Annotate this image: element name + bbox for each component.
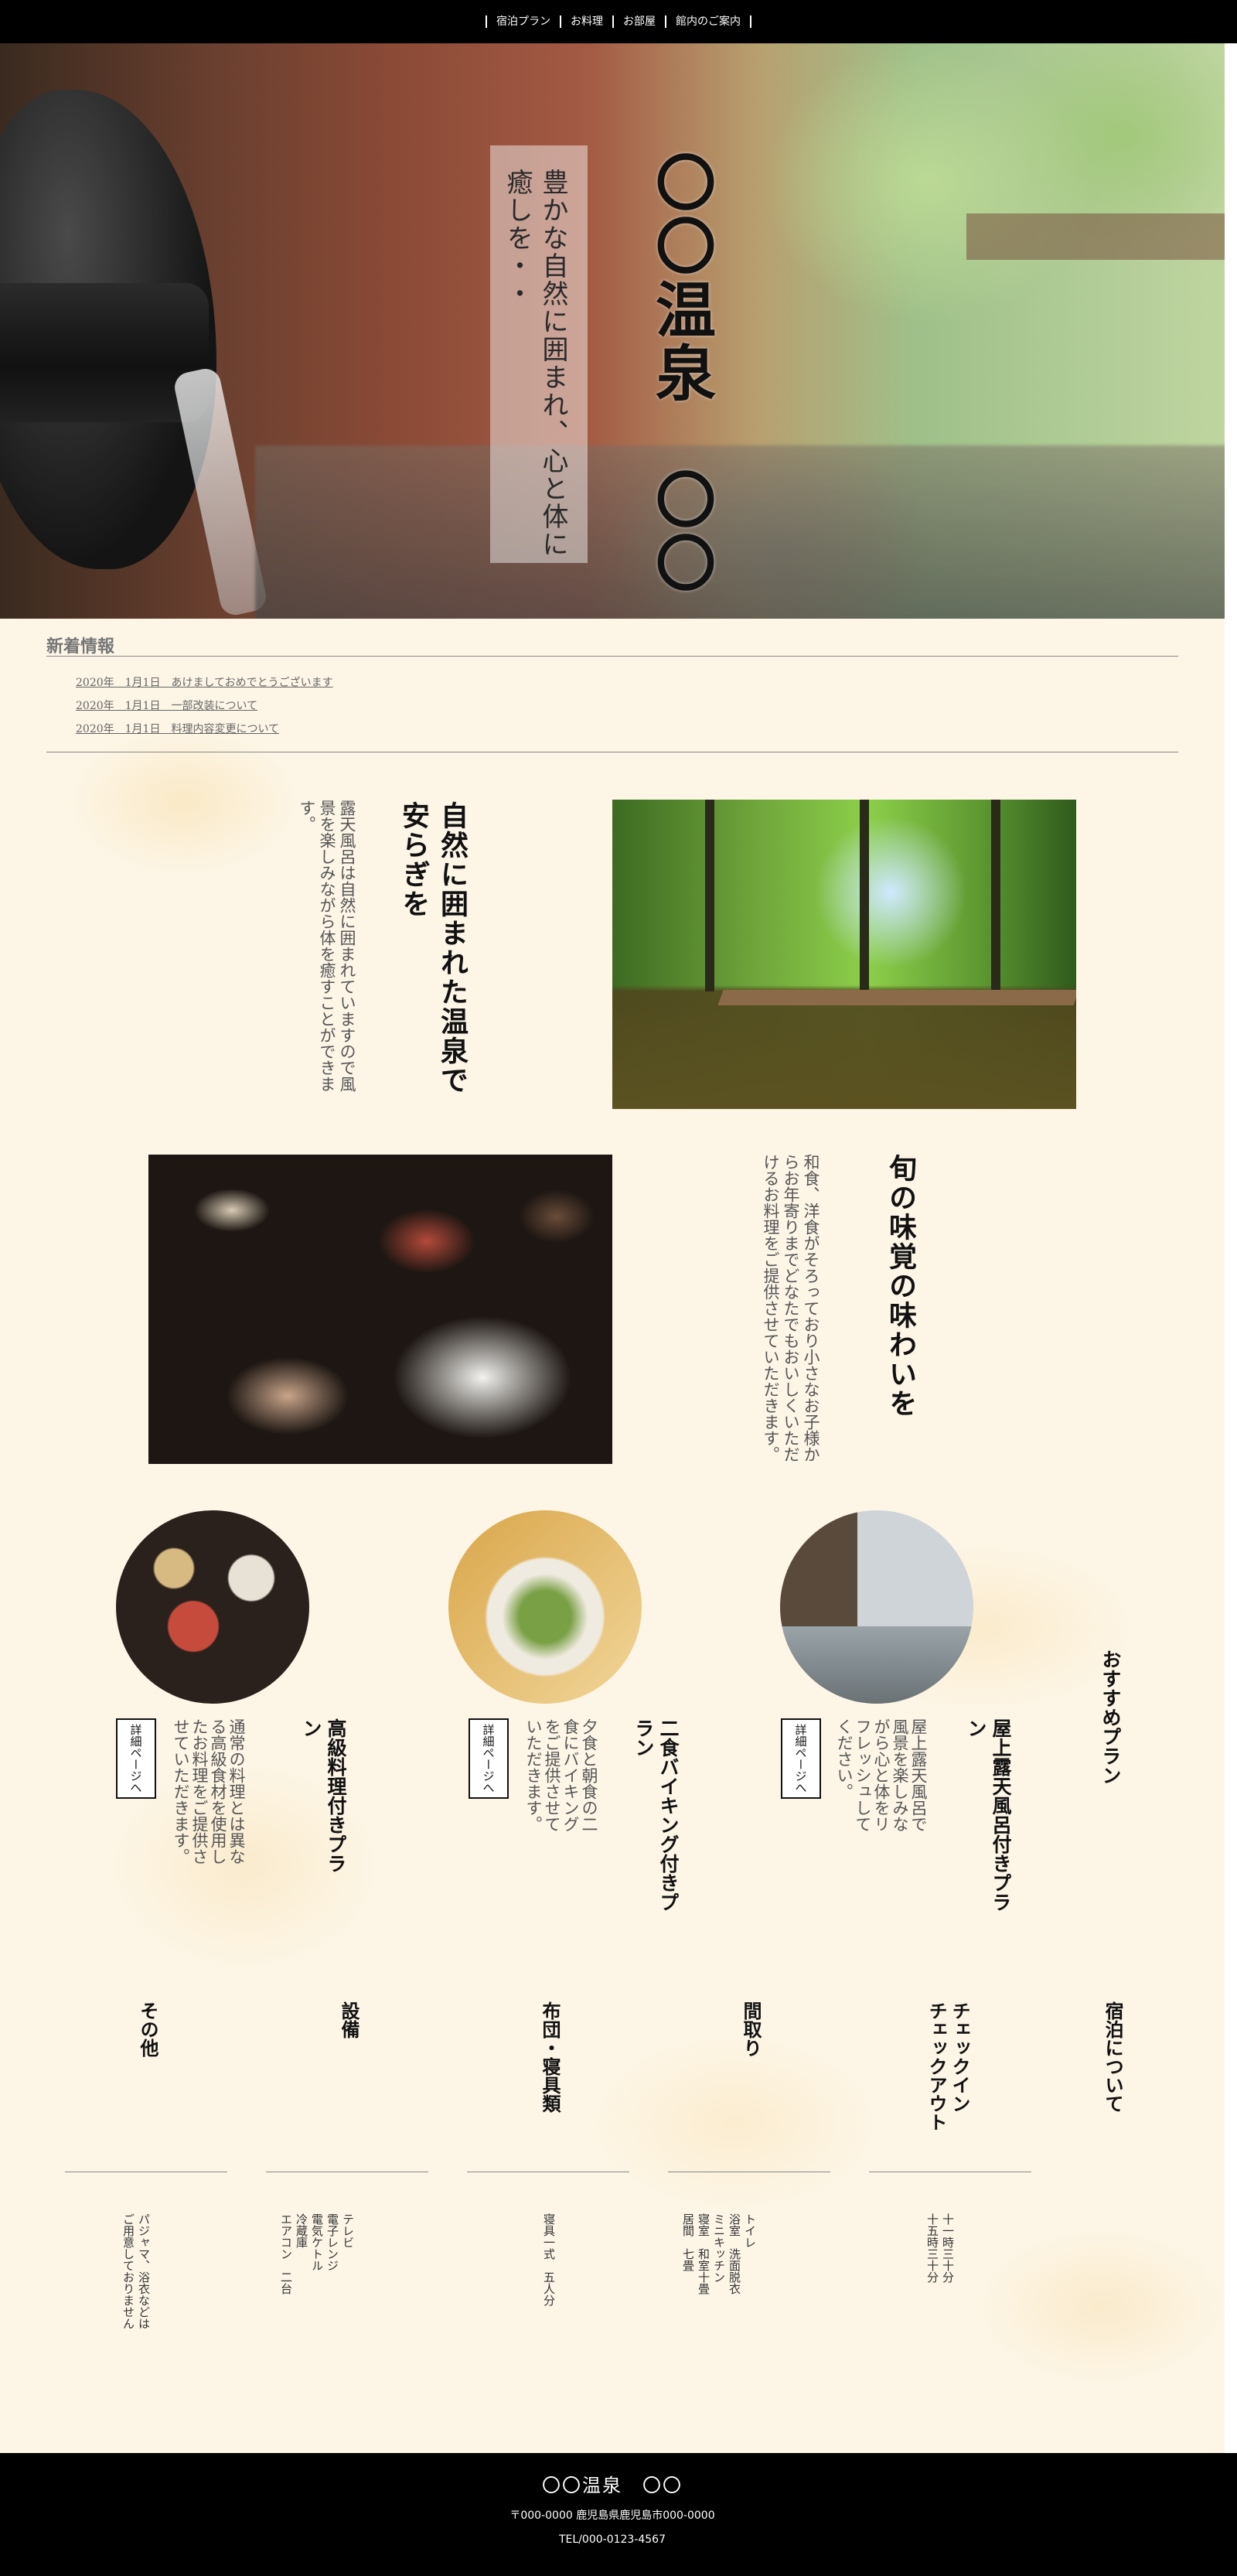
feature-cuisine-text: 和食、洋食がそろっており小さなお子様からお年寄りまでどなたでもおいしくいただける… — [762, 1154, 820, 1462]
footer-phone: TEL/000-0123-4567 — [559, 2533, 666, 2546]
info-other-title: その他 — [137, 2001, 159, 2057]
hero-catch-text: 豊かな自然に囲まれ、心と体に癒しを・・ — [502, 169, 568, 558]
outdoor-bath-photo — [612, 800, 1076, 1109]
top-navigation: 宿泊プラン お料理 お部屋 館内のご案内 — [0, 0, 1237, 43]
nav-item-cuisine[interactable]: お料理 — [560, 15, 612, 28]
plan-rooftop-photo — [780, 1510, 973, 1704]
tree-trunk — [991, 800, 1000, 991]
plan-luxury-detail-button[interactable]: 詳細ページへ — [116, 1718, 156, 1799]
footer-address: 〒000-0000 鹿児島県鹿児島市000-0000 — [509, 2509, 715, 2522]
news-item[interactable]: 2020年 1月1日 あけましておめでとうございます — [76, 671, 333, 694]
nav-item-rooms[interactable]: お部屋 — [612, 15, 665, 28]
tree-trunk — [860, 800, 869, 991]
plan-rooftop-detail-button[interactable]: 詳細ページへ — [781, 1718, 821, 1799]
plan-luxury-photo — [116, 1510, 309, 1704]
info-equipment-title: 設備 — [338, 2001, 360, 2039]
info-layout-value: トイレ 浴室 洗面脱衣 ミニキッチン 寝室 和室十畳 居間 七畳 — [681, 2213, 757, 2295]
info-layout-title: 間取り — [740, 2001, 762, 2057]
plan-buffet-photo — [448, 1510, 642, 1704]
feature-bath-text: 露天風呂は自然に囲まれていますので風景を楽しみながら体を癒すことができます。 — [298, 800, 356, 1092]
bath-deck — [717, 990, 1076, 1005]
footer-site-name: 〇〇温泉 〇〇 — [542, 2475, 683, 2496]
news-item[interactable]: 2020年 1月1日 一部改装について — [76, 694, 333, 718]
plan-rooftop-text: 屋上露天風呂で風景を楽しみながら心と体をリフレッシュしてください。 — [835, 1718, 928, 1832]
scrollbar-gutter — [1225, 0, 1237, 2576]
info-checkin-value: 十一時三十分 十五時三十分 — [925, 2213, 955, 2283]
feature-bath-heading: 自然に囲まれた温泉で安らぎを — [397, 801, 469, 1095]
plan-luxury-title: 高級料理付きプラン — [300, 1718, 347, 1873]
plan-luxury-text: 通常の料理とは異なる高級食材を使用したお料理をご提供させていただきます。 — [172, 1718, 246, 1865]
cuisine-photo — [148, 1155, 612, 1464]
info-bedding-title: 布団・寝具類 — [539, 2001, 561, 2113]
info-equipment-value: テレビ 電子レンジ 電気ケトル 冷蔵庫 エアコン 二台 — [279, 2213, 355, 2295]
stay-info-heading: 宿泊について — [1102, 2001, 1124, 2113]
hero-roof — [966, 213, 1225, 260]
hero-catch-panel: 豊かな自然に囲まれ、心と体に癒しを・・ — [490, 145, 588, 563]
news-item[interactable]: 2020年 1月1日 料理内容変更について — [76, 718, 333, 741]
plans-heading: おすすめプラン — [1099, 1650, 1122, 1785]
tree-trunk — [705, 800, 714, 991]
hero-pool — [255, 445, 1225, 619]
nav-item-plans[interactable]: 宿泊プラン — [486, 15, 560, 28]
site-title: 〇〇温泉 〇〇 — [646, 152, 716, 595]
news-heading: 新着情報 — [46, 636, 115, 657]
footer: 〇〇温泉 〇〇 〒000-0000 鹿児島県鹿児島市000-0000 TEL/0… — [0, 2453, 1237, 2576]
news-list: 2020年 1月1日 あけましておめでとうございます 2020年 1月1日 一部… — [76, 671, 333, 741]
nav-item-facility-guide[interactable]: 館内のご案内 — [665, 15, 751, 28]
info-bedding-value: 寝具一式 五人分 — [542, 2213, 556, 2306]
info-other-value: パジャマ、浴衣などは ご用意しておりません — [121, 2213, 151, 2329]
plan-buffet-title: 二食バイキング付きプラン — [632, 1718, 680, 1912]
feature-cuisine-heading: 旬の味覚の味わいを — [884, 1154, 917, 1418]
plan-buffet-text: 夕食と朝食の二食にバイキングをご提供させていただきます。 — [524, 1718, 598, 1832]
plan-buffet-detail-button[interactable]: 詳細ページへ — [469, 1718, 509, 1799]
info-checkin-title: チェックイン チェックアウト — [925, 2001, 971, 2131]
hero-image: 豊かな自然に囲まれ、心と体に癒しを・・ 〇〇温泉 〇〇 — [0, 43, 1225, 619]
news-divider-top — [46, 656, 1178, 657]
plan-rooftop-title: 屋上露天風呂付きプラン — [965, 1718, 1012, 1912]
